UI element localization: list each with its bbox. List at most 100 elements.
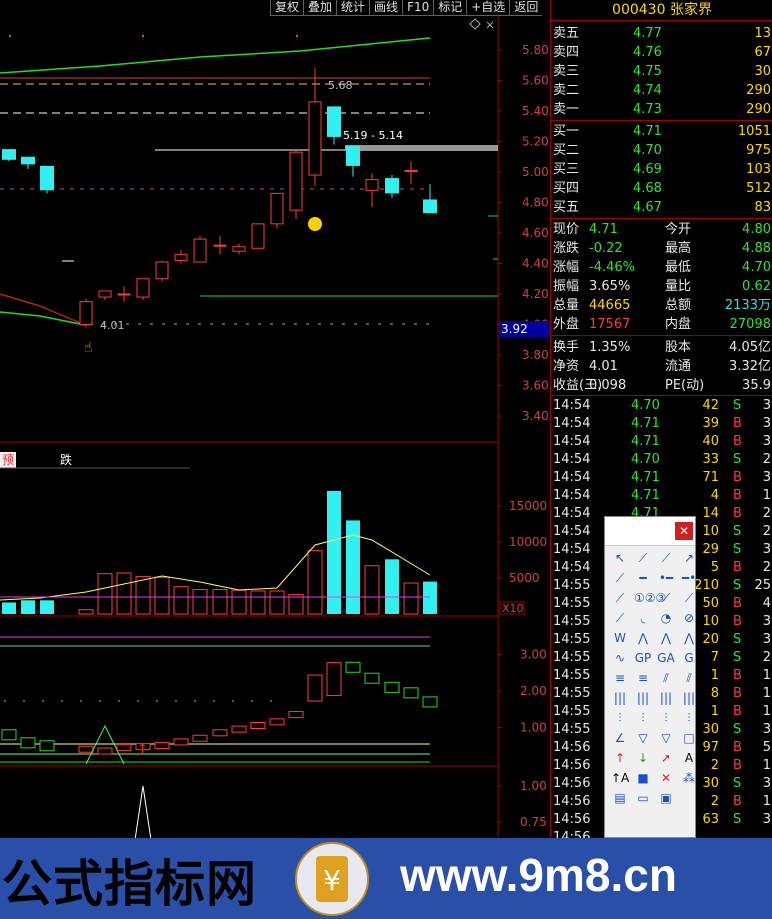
ask-price: 4.73 (633, 102, 662, 117)
smiley-icon (308, 217, 322, 231)
drawing-tool-icon[interactable]: W (611, 630, 629, 646)
drawing-tool-icon[interactable]: ◔ (657, 610, 675, 626)
drawing-tool-icon[interactable]: ⫶ (657, 710, 675, 726)
watermark-logo-icon: ¥ (295, 842, 369, 916)
drawing-tool-icon[interactable]: ↗ (680, 550, 698, 566)
volume-bar (78, 609, 94, 615)
drawing-tool-icon[interactable]: ⟋ (611, 590, 629, 606)
drawing-tool-icon[interactable]: ∠ (611, 730, 629, 746)
drawing-tool-icon[interactable]: ⊘ (680, 610, 698, 626)
toolbar-button[interactable]: 统计 (336, 0, 370, 16)
drawing-tool-icon[interactable]: ↖ (611, 550, 629, 566)
tick-time: 14:55 (553, 704, 591, 719)
main-chart-area[interactable]: 5.805.605.405.205.004.804.604.404.204.00… (0, 0, 550, 919)
tick-row: 14:54 4.71 71 B 3 (551, 468, 772, 487)
toolbar-button[interactable]: F10 (402, 0, 434, 16)
drawing-tool-icon[interactable]: ⁂ (680, 770, 698, 786)
drawing-tool-icon[interactable]: ⟋ (634, 550, 652, 566)
ask-volume: 67 (754, 45, 771, 60)
drawing-tool-icon[interactable]: ∿ (611, 650, 629, 666)
tick-time: 14:55 (553, 650, 591, 665)
drawing-tool-icon[interactable]: ▽ (657, 730, 675, 746)
drawing-tool-icon[interactable]: ◟ (634, 610, 652, 626)
drawing-tool-icon[interactable]: •━ (657, 570, 675, 586)
marker-dot (8, 34, 12, 38)
marker-dot (141, 34, 145, 38)
drawing-tool-icon[interactable]: ≡ (634, 670, 652, 686)
toolbar-button[interactable]: 复权 (270, 0, 304, 16)
drawing-tool-icon[interactable]: ⫽ (657, 670, 675, 686)
drawing-tool-icon[interactable]: ①②③ (634, 590, 666, 606)
drawing-tool-icon[interactable]: ↓ (634, 750, 652, 766)
volume-bar (2, 602, 16, 614)
drawing-tool-icon[interactable]: ▽ (634, 730, 652, 746)
drawing-tool-icon[interactable]: ✕ (657, 770, 675, 786)
tick-side: S (733, 632, 742, 647)
toolbar-button[interactable]: 标记 (433, 0, 467, 16)
tick-price: 4.71 (631, 416, 660, 431)
drawing-tool-icon[interactable]: GP (634, 650, 652, 666)
drawing-tool-icon[interactable]: ━• (680, 570, 698, 586)
drawing-tool-icon[interactable]: ⫽ (680, 670, 698, 686)
stat-row: 涨跌 -0.22 最高 4.88 (551, 239, 772, 258)
close-icon[interactable]: ✕ (675, 522, 693, 540)
volume-bar (307, 550, 323, 615)
range-annotation: 5.19 - 5.14 (343, 129, 403, 142)
candle-body (193, 238, 207, 263)
drawing-tool-icon[interactable]: G (680, 650, 698, 666)
toolbar-button[interactable]: 叠加 (303, 0, 337, 16)
toolbar-button[interactable]: +自选 (466, 0, 510, 16)
drawing-tool-icon[interactable]: A (680, 750, 698, 766)
drawing-tool-icon[interactable]: ⫶ (680, 710, 698, 726)
drawing-tool-icon[interactable]: ▤ (611, 790, 629, 806)
tick-volume: 42 (702, 398, 719, 413)
tick-side: B (733, 560, 742, 575)
tick-volume: 10 (702, 614, 719, 629)
drawing-tool-icon[interactable]: ⋀ (657, 630, 675, 646)
volume-bar (40, 600, 54, 614)
drawing-tool-icon[interactable]: ||| (680, 690, 698, 706)
drawing-tool-icon[interactable]: ▣ (657, 790, 675, 806)
drawing-tool-icon[interactable]: ↑A (611, 770, 629, 786)
tick-count: 3 (762, 398, 771, 413)
indicator-dot (270, 700, 272, 702)
drawing-tool-icon[interactable]: ⋀ (680, 630, 698, 646)
drawing-tool-icon[interactable]: ⟋ (680, 590, 698, 606)
drawing-tool-icon[interactable]: ⋀ (634, 630, 652, 646)
drawing-tool-icon[interactable]: □ (680, 730, 698, 746)
tick-price: 4.71 (631, 434, 660, 449)
toolbar-button[interactable]: 画线 (369, 0, 403, 16)
stat-value: 3.65% (589, 279, 631, 294)
drawing-tool-icon[interactable]: ⟋ (657, 590, 675, 606)
drawing-tool-icon[interactable]: ≡ (611, 670, 629, 686)
drawing-tool-icon[interactable]: ⟋ (657, 550, 675, 566)
drawing-tool-icon[interactable]: ⫶ (634, 710, 652, 726)
stat-label: 现价 (553, 222, 580, 237)
drawing-tool-icon[interactable]: ⟋ (611, 610, 629, 626)
indicator-dot (61, 700, 63, 702)
volume-bar (364, 565, 380, 615)
stat-row: 振幅 3.65% 量比 0.62 (551, 277, 772, 296)
toolbar-button[interactable]: 返回 (509, 0, 543, 16)
tick-count: 1 (762, 758, 771, 773)
drawing-tool-icon[interactable]: ||| (611, 690, 629, 706)
drawing-tool-icon[interactable]: ━ (634, 570, 652, 586)
tick-side: B (733, 704, 742, 719)
drawing-tool-icon[interactable]: ▭ (634, 790, 652, 806)
drawing-tool-icon[interactable]: ||| (634, 690, 652, 706)
volume-bar (231, 589, 247, 615)
range-box (345, 145, 498, 151)
y-tick-label: 2.00 (520, 684, 547, 698)
volume-bar (116, 572, 132, 615)
drawing-tool-icon[interactable]: ⟋ (611, 570, 629, 586)
drawing-tool-icon[interactable]: ➚ (657, 750, 675, 766)
drawing-tool-icon[interactable]: GA (657, 650, 675, 666)
indicator-bar (39, 740, 55, 752)
tick-count: 1 (762, 686, 771, 701)
drawing-tool-icon[interactable]: ■ (634, 770, 652, 786)
tick-time: 14:54 (553, 434, 591, 449)
drawing-tool-icon[interactable]: ||| (657, 690, 675, 706)
tick-count: 2 (762, 560, 771, 575)
drawing-tool-icon[interactable]: ⫶ (611, 710, 629, 726)
drawing-tool-icon[interactable]: ↑ (611, 750, 629, 766)
